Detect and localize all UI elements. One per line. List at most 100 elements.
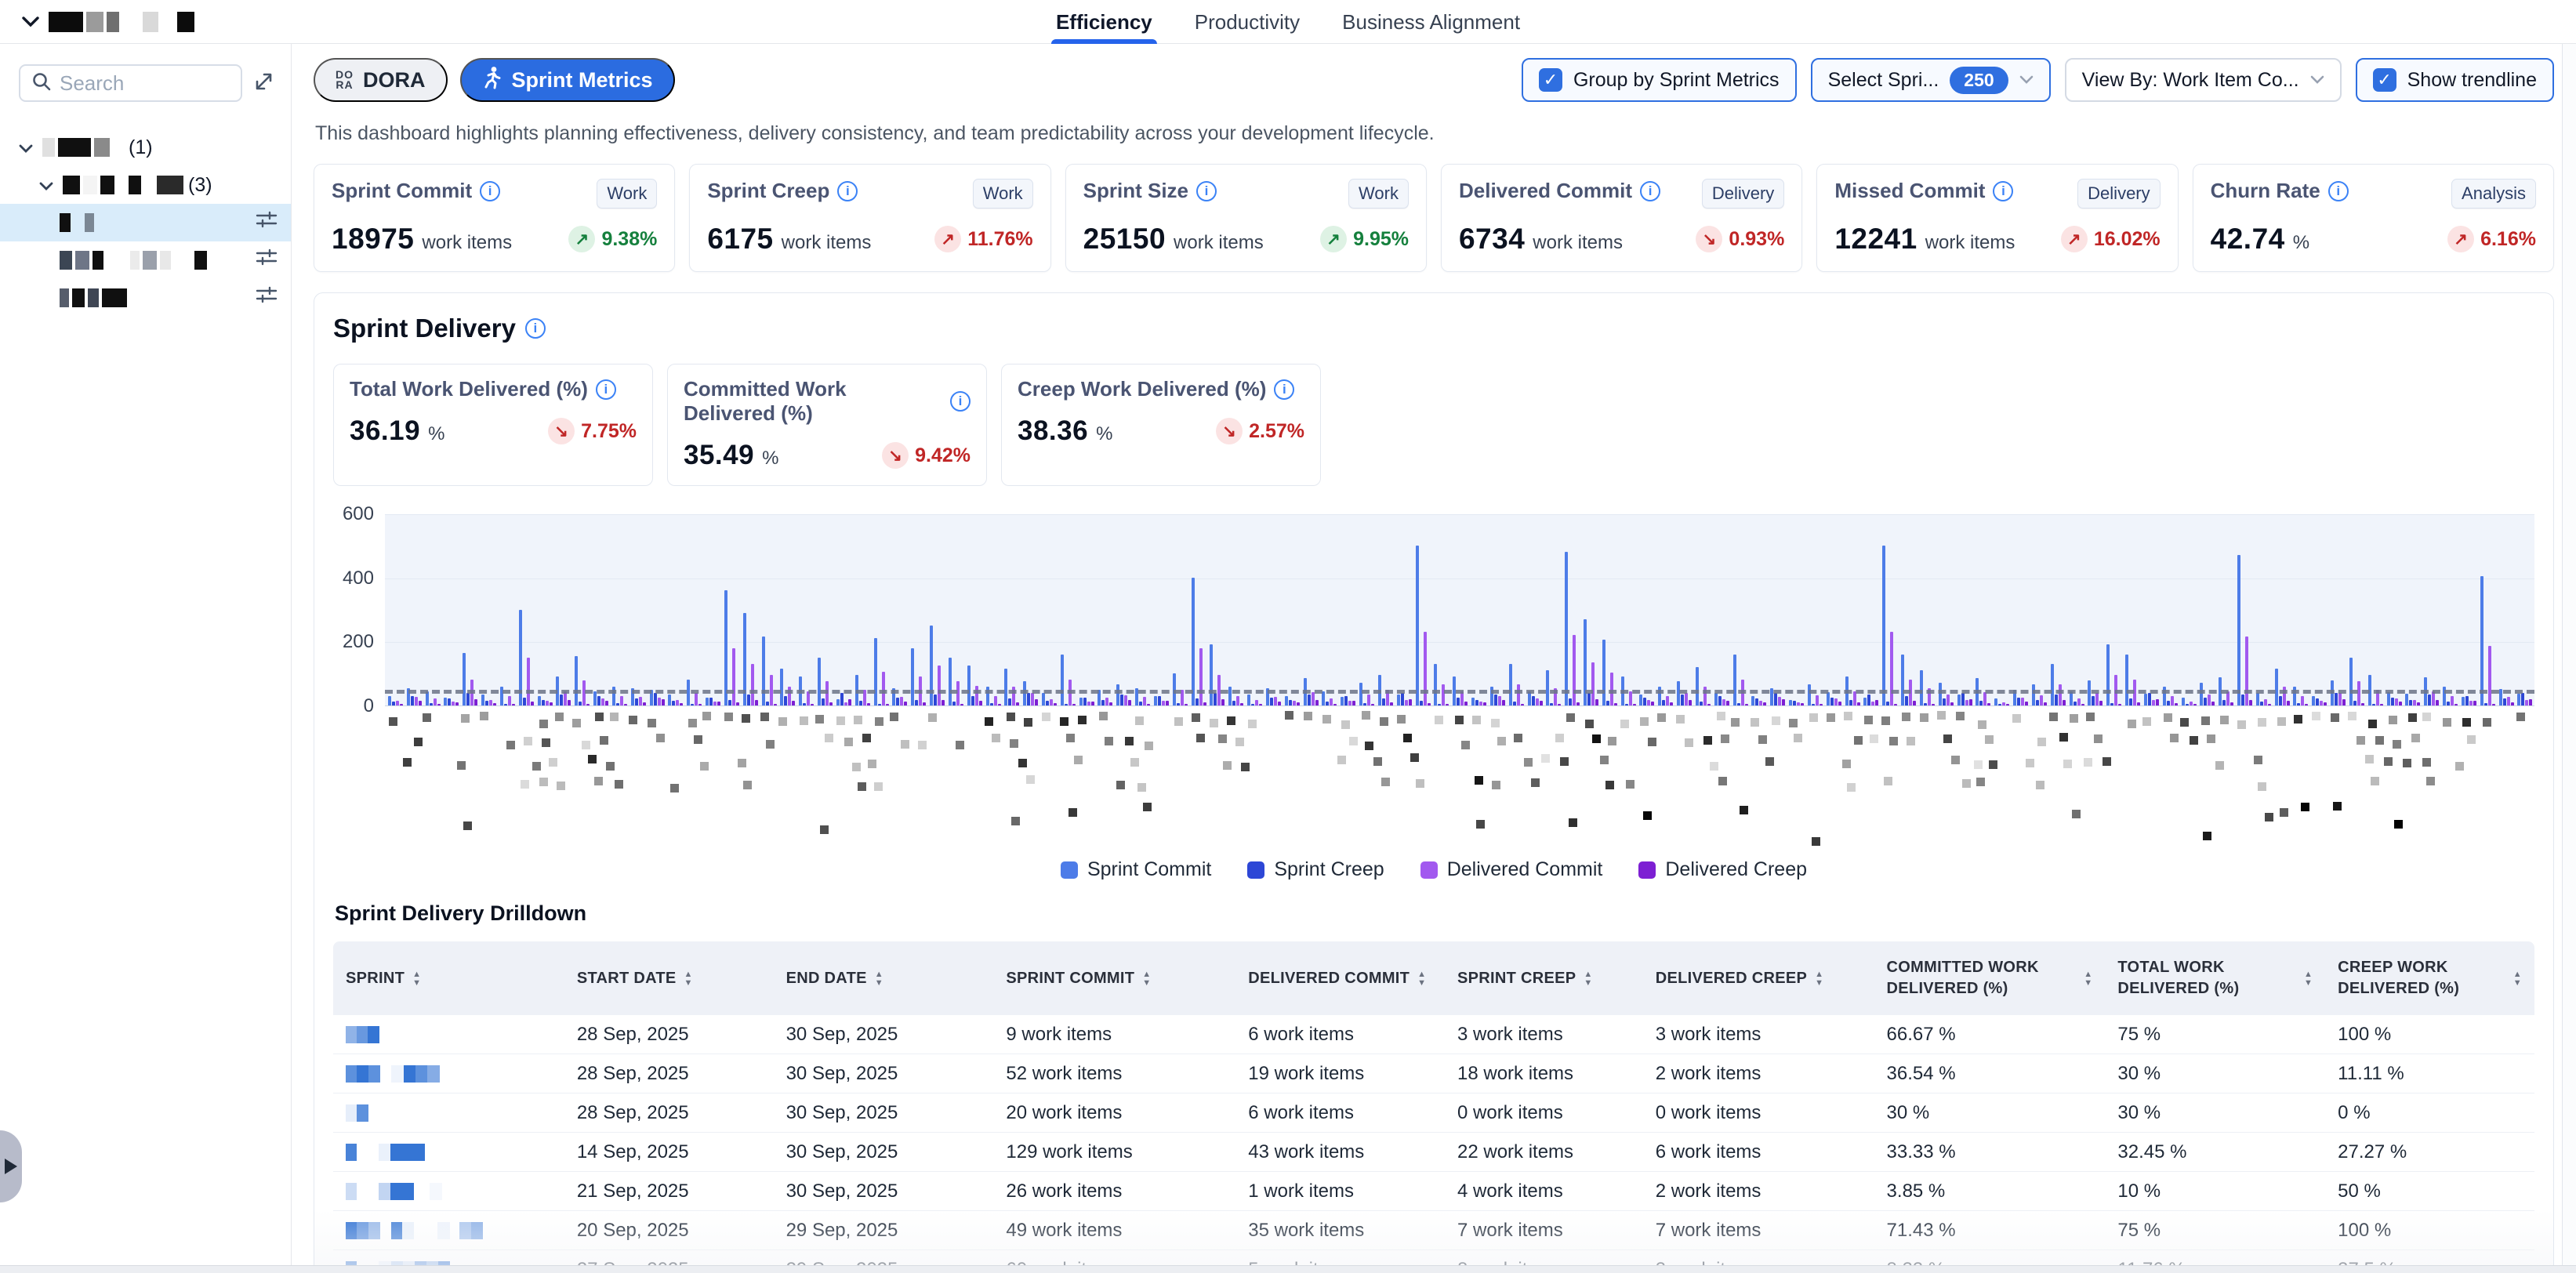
bar-delivered-creep[interactable] [1707, 704, 1711, 705]
bar-delivered-commit[interactable] [2190, 702, 2193, 705]
tree-item-0[interactable]: (1) [0, 129, 291, 166]
bar-sprint-creep[interactable] [1830, 698, 1834, 705]
expand-panel-icon[interactable] [253, 71, 275, 96]
bar-cluster[interactable] [2275, 514, 2290, 705]
bar-sprint-commit[interactable] [762, 636, 765, 705]
table-row[interactable]: 21 Sep, 202530 Sep, 202526 work items1 w… [333, 1172, 2534, 1211]
bar-sprint-creep[interactable] [2092, 696, 2095, 705]
bar-sprint-creep[interactable] [1158, 696, 1161, 705]
bar-delivered-commit[interactable] [2021, 698, 2024, 705]
bar-delivered-creep[interactable] [698, 704, 702, 705]
bar-delivered-commit[interactable] [2208, 695, 2211, 705]
bar-delivered-commit[interactable] [2469, 701, 2473, 705]
bar-sprint-creep[interactable] [1943, 698, 1946, 705]
bar-cluster[interactable] [556, 514, 571, 705]
bar-delivered-commit[interactable] [713, 702, 717, 705]
bar-cluster[interactable] [519, 514, 534, 705]
bar-sprint-commit[interactable] [1042, 693, 1045, 705]
bar-sprint-creep[interactable] [803, 703, 806, 705]
bar-cluster[interactable] [2405, 514, 2420, 705]
bar-cluster[interactable] [743, 514, 758, 705]
bar-delivered-commit[interactable] [1983, 692, 1986, 705]
bar-delivered-commit[interactable] [2395, 698, 2398, 705]
bar-cluster[interactable] [1939, 514, 1954, 705]
bar-cluster[interactable] [1602, 514, 1617, 705]
bar-sprint-commit[interactable] [1023, 681, 1026, 705]
bar-delivered-creep[interactable] [2025, 702, 2028, 705]
bar-delivered-creep[interactable] [2473, 701, 2476, 705]
bar-sprint-commit[interactable] [1210, 644, 1213, 705]
bar-sprint-creep[interactable] [542, 700, 545, 705]
bar-delivered-creep[interactable] [1333, 704, 1337, 705]
bar-sprint-creep[interactable] [1998, 704, 2001, 705]
bar-sprint-commit[interactable] [1565, 552, 1568, 705]
bar-sprint-commit[interactable] [388, 696, 391, 705]
sort-icon[interactable]: ▲▼ [2304, 970, 2313, 987]
bar-sprint-creep[interactable] [2148, 693, 2151, 705]
bar-delivered-commit[interactable] [1162, 701, 1165, 705]
bar-delivered-creep[interactable] [1969, 699, 1972, 705]
bar-delivered-creep[interactable] [1950, 702, 1954, 705]
show-trendline-toggle[interactable]: ✓ Show trendline [2356, 58, 2554, 102]
page-scrollbar[interactable] [2562, 44, 2576, 1265]
bar-delivered-commit[interactable] [844, 702, 847, 705]
bar-delivered-creep[interactable] [904, 702, 907, 705]
bar-delivered-commit[interactable] [882, 672, 885, 705]
bar-sprint-commit[interactable] [2462, 697, 2465, 705]
bar-delivered-creep[interactable] [1763, 702, 1766, 705]
bar-delivered-commit[interactable] [900, 697, 903, 705]
bar-delivered-commit[interactable] [2077, 698, 2081, 705]
bar-delivered-creep[interactable] [1633, 704, 1636, 705]
bar-sprint-commit[interactable] [1920, 670, 1923, 705]
bar-sprint-creep[interactable] [1700, 702, 1703, 705]
bar-cluster[interactable] [930, 514, 945, 705]
info-icon[interactable]: i [1274, 379, 1294, 400]
bar-cluster[interactable] [2219, 514, 2233, 705]
bar-cluster[interactable] [2256, 514, 2271, 705]
bar-cluster[interactable] [1453, 514, 1468, 705]
bar-cluster[interactable] [1882, 514, 1897, 705]
bar-delivered-commit[interactable] [1685, 693, 1688, 705]
bar-delivered-commit[interactable] [620, 696, 623, 705]
bar-delivered-commit[interactable] [2301, 696, 2304, 705]
column-header-creep-work-delivered-[interactable]: Creep Work Delivered (%)▲▼ [2325, 941, 2534, 1015]
bar-delivered-commit[interactable] [2507, 697, 2510, 705]
bar-delivered-creep[interactable] [1352, 701, 1355, 705]
bar-sprint-creep[interactable] [728, 700, 731, 705]
sort-icon[interactable]: ▲▼ [412, 970, 421, 987]
bar-sprint-creep[interactable] [2335, 693, 2338, 705]
bar-delivered-creep[interactable] [1857, 702, 1860, 705]
bar-delivered-creep[interactable] [2454, 704, 2458, 705]
bar-sprint-creep[interactable] [430, 703, 433, 705]
bar-cluster[interactable] [1920, 514, 1935, 705]
bar-sprint-commit[interactable] [2237, 555, 2240, 705]
bar-delivered-creep[interactable] [1464, 702, 1468, 705]
bar-sprint-creep[interactable] [952, 702, 956, 705]
bar-cluster[interactable] [1304, 514, 1319, 705]
bar-delivered-commit[interactable] [2432, 691, 2435, 705]
bar-cluster[interactable] [1696, 514, 1711, 705]
bar-sprint-creep[interactable] [1905, 696, 1908, 705]
bar-delivered-creep[interactable] [455, 702, 459, 705]
bar-sprint-commit[interactable] [1939, 683, 1942, 705]
bar-sprint-commit[interactable] [2349, 658, 2353, 705]
bar-delivered-creep[interactable] [1278, 702, 1281, 705]
bar-delivered-creep[interactable] [1838, 702, 1841, 705]
bar-cluster[interactable] [799, 514, 814, 705]
bar-cluster[interactable] [2499, 514, 2514, 705]
bar-sprint-creep[interactable] [1681, 695, 1684, 705]
bar-delivered-creep[interactable] [811, 704, 814, 705]
bar-sprint-creep[interactable] [579, 702, 582, 705]
bar-delivered-commit[interactable] [1143, 697, 1146, 705]
bar-sprint-creep[interactable] [2521, 693, 2524, 705]
bar-delivered-commit[interactable] [994, 696, 997, 705]
bar-cluster[interactable] [1994, 514, 2009, 705]
bar-sprint-creep[interactable] [1737, 703, 1740, 705]
bar-delivered-creep[interactable] [1054, 703, 1057, 705]
bar-sprint-creep[interactable] [1532, 696, 1535, 705]
bar-cluster[interactable] [407, 514, 422, 705]
bar-delivered-creep[interactable] [867, 703, 870, 705]
bar-delivered-commit[interactable] [751, 664, 754, 705]
tab-business-alignment[interactable]: Business Alignment [1342, 0, 1520, 44]
chart-plot-area[interactable] [385, 514, 2534, 706]
